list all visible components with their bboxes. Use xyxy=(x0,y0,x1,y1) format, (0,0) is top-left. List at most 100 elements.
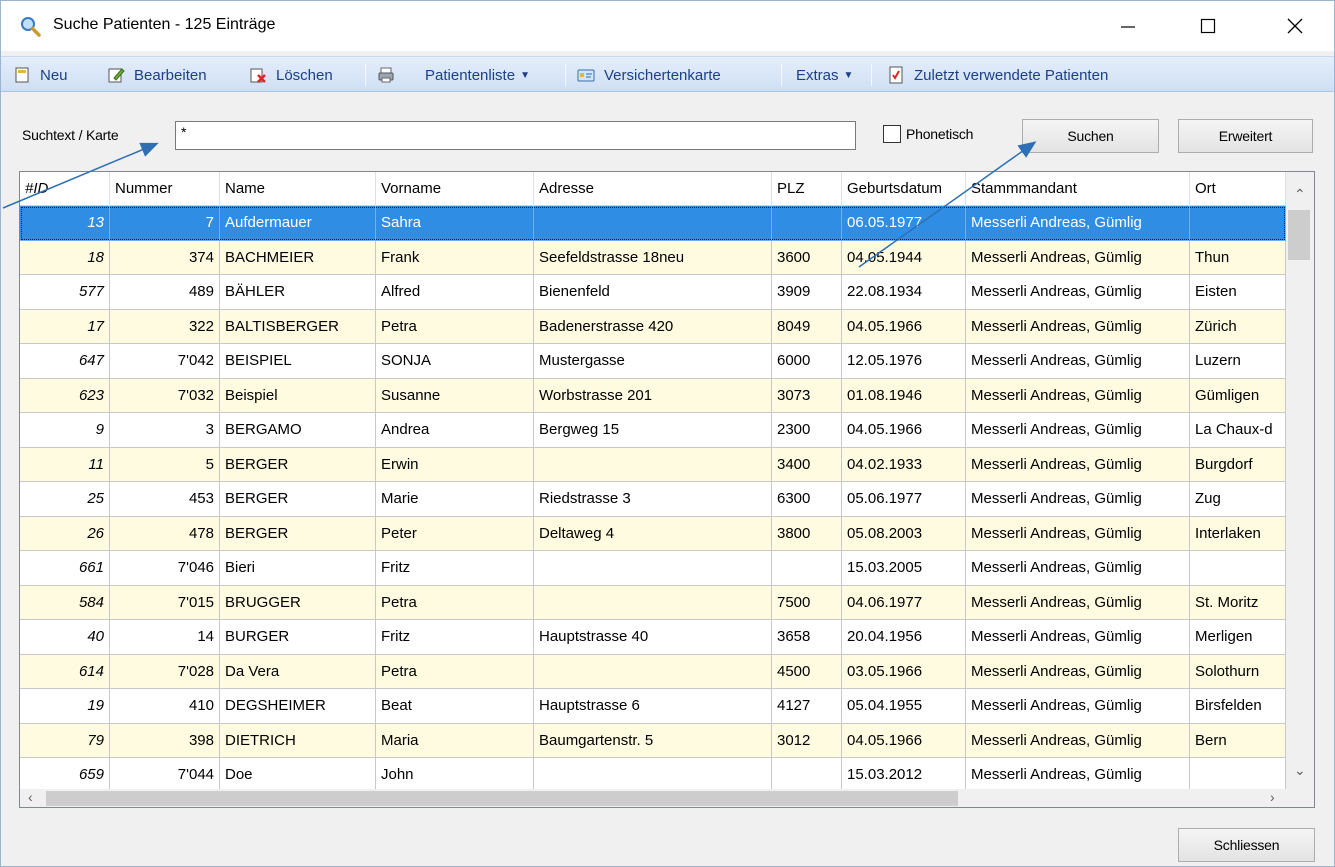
cell-firstname: Marie xyxy=(376,482,534,517)
column-header-number[interactable]: Nummer xyxy=(110,172,220,206)
cell-id: 9 xyxy=(20,413,110,448)
table-row[interactable]: 79 398 DIETRICH Maria Baumgartenstr. 5 3012 04… xyxy=(20,724,1286,759)
minimize-button[interactable] xyxy=(1101,1,1155,51)
cell-name: BACHMEIER xyxy=(220,241,376,276)
cell-number: 5 xyxy=(110,448,220,483)
table-row[interactable]: 647 7'042 BEISPIEL SONJA Mustergasse 6000 12.0… xyxy=(20,344,1286,379)
table-row[interactable]: 18 374 BACHMEIER Frank Seefeldstrasse 18neu 3… xyxy=(20,241,1286,276)
cell-firstname: Maria xyxy=(376,724,534,759)
maximize-button[interactable] xyxy=(1181,1,1235,51)
table-row[interactable]: 614 7'028 Da Vera Petra 4500 03.05.1966 Messer… xyxy=(20,655,1286,690)
table-row[interactable]: 26 478 BERGER Peter Deltaweg 4 3800 05.08.2003… xyxy=(20,517,1286,552)
horizontal-scroll-thumb[interactable] xyxy=(46,791,958,806)
cell-firstname: Frank xyxy=(376,241,534,276)
column-header-name[interactable]: Name xyxy=(220,172,376,206)
cell-id: 13 xyxy=(20,206,110,241)
table-row[interactable]: 25 453 BERGER Marie Riedstrasse 3 6300 05.06.1… xyxy=(20,482,1286,517)
table-row[interactable]: 19 410 DEGSHEIMER Beat Hauptstrasse 6 4127 05.… xyxy=(20,689,1286,724)
cell-id: 25 xyxy=(20,482,110,517)
cell-zip: 3658 xyxy=(772,620,842,655)
table-row[interactable]: 40 14 BURGER Fritz Hauptstrasse 40 3658 20.04.… xyxy=(20,620,1286,655)
cell-firstname: Peter xyxy=(376,517,534,552)
cell-zip: 3800 xyxy=(772,517,842,552)
cell-firstname: Fritz xyxy=(376,551,534,586)
toolbar-recent-patients-button[interactable]: Zuletzt verwendete Patienten xyxy=(887,57,1108,93)
toolbar-separator xyxy=(781,64,782,86)
cell-client: Messerli Andreas, Gümlig xyxy=(966,206,1190,241)
toolbar-insurance-card-button[interactable]: Versichertenkarte xyxy=(577,57,721,93)
advanced-button[interactable]: Erweitert xyxy=(1178,119,1313,153)
scroll-up-icon[interactable]: ⌃ xyxy=(1294,186,1306,203)
horizontal-scrollbar[interactable]: ‹ › xyxy=(20,789,1286,808)
cell-number: 489 xyxy=(110,275,220,310)
cell-name: Aufdermauer xyxy=(220,206,376,241)
cell-address: Hauptstrasse 40 xyxy=(534,620,772,655)
table-row[interactable]: 11 5 BERGER Erwin 3400 04.02.1933 Messerli And… xyxy=(20,448,1286,483)
cell-city: Eisten xyxy=(1190,275,1286,310)
vertical-scrollbar[interactable]: ⌃ ⌄ xyxy=(1286,172,1314,789)
cell-city: La Chaux-d xyxy=(1190,413,1286,448)
cell-id: 19 xyxy=(20,689,110,724)
cell-birthdate: 01.08.1946 xyxy=(842,379,966,414)
column-header-firstname[interactable]: Vorname xyxy=(376,172,534,206)
cell-firstname: Susanne xyxy=(376,379,534,414)
cell-id: 614 xyxy=(20,655,110,690)
table-row[interactable]: 659 7'044 Doe John 15.03.2012 Messerli Andrea… xyxy=(20,758,1286,789)
toolbar-new-button[interactable]: Neu xyxy=(13,57,68,93)
cell-city: Thun xyxy=(1190,241,1286,276)
table-row[interactable]: 17 322 BALTISBERGER Petra Badenerstrasse 420… xyxy=(20,310,1286,345)
cell-city: Luzern xyxy=(1190,344,1286,379)
column-header-id[interactable]: #ID xyxy=(20,172,110,206)
toolbar-edit-button[interactable]: Bearbeiten xyxy=(107,57,207,93)
column-header-client[interactable]: Stammmandant xyxy=(966,172,1190,206)
scroll-right-icon[interactable]: › xyxy=(1270,789,1275,805)
close-icon xyxy=(1287,18,1303,34)
cell-firstname: SONJA xyxy=(376,344,534,379)
scroll-left-icon[interactable]: ‹ xyxy=(28,789,33,805)
cell-city: Zürich xyxy=(1190,310,1286,345)
scrollbar-corner xyxy=(1286,789,1314,808)
search-button[interactable]: Suchen xyxy=(1022,119,1159,153)
checklist-icon xyxy=(887,66,905,84)
cell-birthdate: 22.08.1934 xyxy=(842,275,966,310)
cell-number: 410 xyxy=(110,689,220,724)
close-window-button[interactable] xyxy=(1268,1,1322,51)
cell-name: BEISPIEL xyxy=(220,344,376,379)
cell-birthdate: 04.05.1966 xyxy=(842,310,966,345)
column-header-city[interactable]: Ort xyxy=(1190,172,1286,206)
table-row[interactable]: 13 7 Aufdermauer Sahra 06.05.1977 Messerli An… xyxy=(20,206,1286,241)
cell-address xyxy=(534,758,772,789)
phonetic-label[interactable]: Phonetisch xyxy=(906,126,973,142)
scroll-down-icon[interactable]: ⌄ xyxy=(1294,762,1306,779)
toolbar-print-button[interactable] xyxy=(377,57,404,93)
table-row[interactable]: 577 489 BÄHLER Alfred Bienenfeld 3909 22.08.19… xyxy=(20,275,1286,310)
close-dialog-button[interactable]: Schliessen xyxy=(1178,828,1315,862)
cell-id: 647 xyxy=(20,344,110,379)
cell-address: Hauptstrasse 6 xyxy=(534,689,772,724)
vertical-scroll-thumb[interactable] xyxy=(1288,210,1310,260)
edit-icon xyxy=(107,66,125,84)
toolbar-delete-button[interactable]: Löschen xyxy=(249,57,333,93)
table-row[interactable]: 9 3 BERGAMO Andrea Bergweg 15 2300 04.05.1966 M… xyxy=(20,413,1286,448)
toolbar-patient-list-dropdown[interactable]: Patientenliste ▼ xyxy=(425,57,530,93)
column-header-address[interactable]: Adresse xyxy=(534,172,772,206)
toolbar-extras-dropdown[interactable]: Extras ▼ xyxy=(796,57,853,93)
cell-id: 17 xyxy=(20,310,110,345)
toolbar-edit-label: Bearbeiten xyxy=(134,67,207,84)
cell-client: Messerli Andreas, Gümlig xyxy=(966,689,1190,724)
table-row[interactable]: 584 7'015 BRUGGER Petra 7500 04.06.1977 Messer… xyxy=(20,586,1286,621)
table-row[interactable]: 661 7'046 Bieri Fritz 15.03.2005 Messerli And… xyxy=(20,551,1286,586)
column-header-birthdate[interactable]: Geburtsdatum xyxy=(842,172,966,206)
search-input[interactable]: * xyxy=(175,121,856,150)
cell-city xyxy=(1190,206,1286,241)
table-row[interactable]: 623 7'032 Beispiel Susanne Worbstrasse 201 30… xyxy=(20,379,1286,414)
cell-name: Doe xyxy=(220,758,376,789)
toolbar-patient-list-label: Patientenliste xyxy=(425,67,515,84)
column-header-zip[interactable]: PLZ xyxy=(772,172,842,206)
cell-number: 478 xyxy=(110,517,220,552)
window-title: Suche Patienten - 125 Einträge xyxy=(53,16,275,34)
phonetic-checkbox[interactable] xyxy=(883,125,901,143)
cell-number: 7'046 xyxy=(110,551,220,586)
cell-zip: 2300 xyxy=(772,413,842,448)
toolbar-new-label: Neu xyxy=(40,67,68,84)
